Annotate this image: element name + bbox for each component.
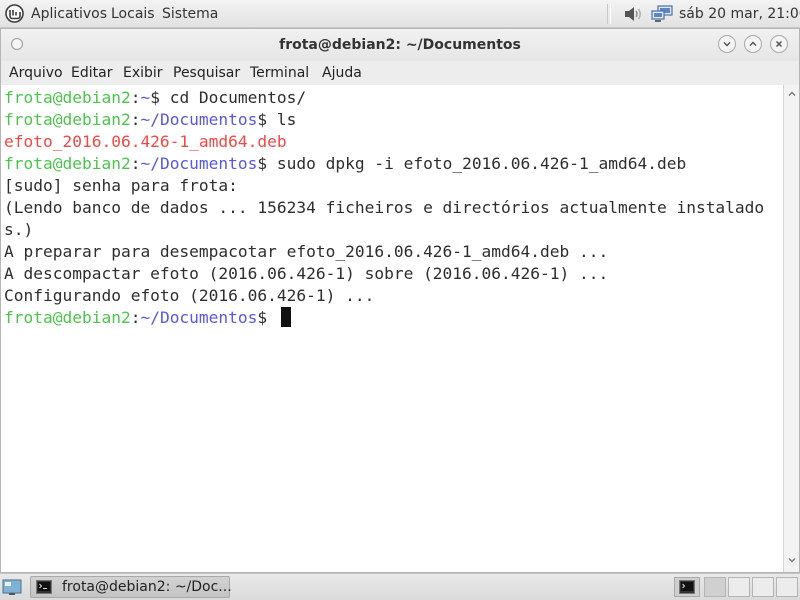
command-text: sudo dpkg -i efoto_2016.06.426-1_amd64.d… bbox=[267, 154, 687, 173]
prompt-user-host: frota@debian2 bbox=[4, 308, 131, 327]
terminal-line: A descompactar efoto (2016.06.426-1) sob… bbox=[4, 263, 764, 285]
menu-arquivo[interactable]: Arquivo bbox=[9, 65, 63, 81]
output-text: Configurando efoto (2016.06.426-1) ... bbox=[4, 286, 375, 305]
menu-ajuda[interactable]: Ajuda bbox=[322, 65, 362, 81]
close-button[interactable] bbox=[770, 35, 788, 53]
mint-logo-icon[interactable] bbox=[5, 4, 24, 23]
minimize-button[interactable] bbox=[718, 35, 736, 53]
command-text: ls bbox=[267, 110, 297, 129]
terminal-line: frota@debian2:~/Documentos$ bbox=[4, 307, 764, 329]
scroll-up-icon[interactable] bbox=[787, 89, 797, 99]
terminal-cursor bbox=[280, 307, 291, 327]
terminal-line: [sudo] senha para frota: bbox=[4, 175, 764, 197]
terminal-line: A preparar para desempacotar efoto_2016.… bbox=[4, 241, 764, 263]
prompt-user-host: frota@debian2 bbox=[4, 110, 131, 129]
prompt-user-host: frota@debian2 bbox=[4, 154, 131, 173]
output-text: s.) bbox=[4, 220, 34, 239]
menu-sistema[interactable]: Sistema bbox=[162, 6, 218, 22]
menu-pesquisar[interactable]: Pesquisar bbox=[173, 65, 240, 81]
command-text bbox=[267, 308, 277, 327]
prompt-path: ~/Documentos bbox=[140, 154, 258, 173]
terminal-line: frota@debian2:~/Documentos$ sudo dpkg -i… bbox=[4, 154, 687, 173]
bottom-panel: frota@debian2: ~/Doc... bbox=[0, 573, 800, 600]
terminal-line: Configurando efoto (2016.06.426-1) ... bbox=[4, 285, 764, 307]
file-entry: efoto_2016.06.426-1_amd64.deb bbox=[4, 132, 287, 151]
clock[interactable]: sáb 20 mar, 21:06 bbox=[679, 6, 800, 22]
workspace-2[interactable] bbox=[728, 577, 750, 597]
output-text: A preparar para desempacotar efoto_2016.… bbox=[4, 242, 609, 261]
prompt-path: ~ bbox=[140, 88, 151, 107]
terminal-line: s.) bbox=[4, 219, 764, 241]
menu-exibir[interactable]: Exibir bbox=[123, 65, 163, 81]
output-text: [sudo] senha para frota: bbox=[4, 176, 238, 195]
workspace-1[interactable] bbox=[704, 577, 726, 597]
workspace-4[interactable] bbox=[776, 577, 798, 597]
terminal-output: frota@debian2:~$ cd Documentos/frota@deb… bbox=[4, 87, 764, 329]
terminal-window: frota@debian2: ~/Documentos Arquivo Edit… bbox=[0, 28, 800, 573]
window-title: frota@debian2: ~/Documentos bbox=[279, 37, 521, 53]
command-text: cd Documentos/ bbox=[159, 88, 307, 107]
minimize-icon bbox=[723, 41, 731, 47]
terminal-icon bbox=[679, 580, 695, 594]
terminal-area[interactable]: frota@debian2:~$ cd Documentos/frota@deb… bbox=[1, 85, 783, 572]
network-icon[interactable] bbox=[650, 5, 674, 23]
menu-editar[interactable]: Editar bbox=[71, 65, 112, 81]
prompt-user-host: frota@debian2 bbox=[4, 88, 131, 107]
top-panel: Aplicativos Locais Sistema sáb 20 mar, 2… bbox=[0, 0, 800, 28]
terminal-line: efoto_2016.06.426-1_amd64.deb bbox=[4, 131, 764, 153]
output-text: A descompactar efoto (2016.06.426-1) sob… bbox=[4, 264, 609, 283]
terminal-line: (Lendo banco de dados ... 156234 ficheir… bbox=[4, 197, 764, 219]
output-text: (Lendo banco de dados ... 156234 ficheir… bbox=[4, 198, 765, 217]
maximize-icon bbox=[749, 41, 757, 47]
prompt-path: ~/Documentos bbox=[140, 110, 258, 129]
taskbar-item-label: frota@debian2: ~/Doc... bbox=[62, 579, 232, 595]
terminal-icon bbox=[36, 580, 52, 594]
menu-aplicativos[interactable]: Aplicativos bbox=[31, 6, 107, 22]
panel-separator bbox=[607, 4, 611, 24]
taskbar-item-terminal[interactable]: frota@debian2: ~/Doc... bbox=[30, 576, 232, 598]
volume-icon[interactable] bbox=[623, 4, 645, 24]
menu-locais[interactable]: Locais bbox=[111, 6, 155, 22]
window-titlebar[interactable]: frota@debian2: ~/Documentos bbox=[1, 29, 799, 61]
scroll-down-icon[interactable] bbox=[787, 555, 797, 565]
close-icon bbox=[775, 40, 783, 48]
prompt-path: ~/Documentos bbox=[140, 308, 258, 327]
show-desktop-icon[interactable] bbox=[2, 579, 22, 596]
maximize-button[interactable] bbox=[744, 35, 762, 53]
terminal-scrollbar[interactable] bbox=[783, 85, 799, 572]
workspace-3[interactable] bbox=[752, 577, 774, 597]
window-menubar: Arquivo Editar Exibir Pesquisar Terminal… bbox=[1, 61, 799, 85]
terminal-line: frota@debian2:~$ cd Documentos/ bbox=[4, 88, 307, 107]
terminal-line: frota@debian2:~/Documentos$ ls bbox=[4, 110, 297, 129]
tray-terminal-button[interactable] bbox=[674, 577, 700, 597]
menu-terminal[interactable]: Terminal bbox=[250, 65, 309, 81]
